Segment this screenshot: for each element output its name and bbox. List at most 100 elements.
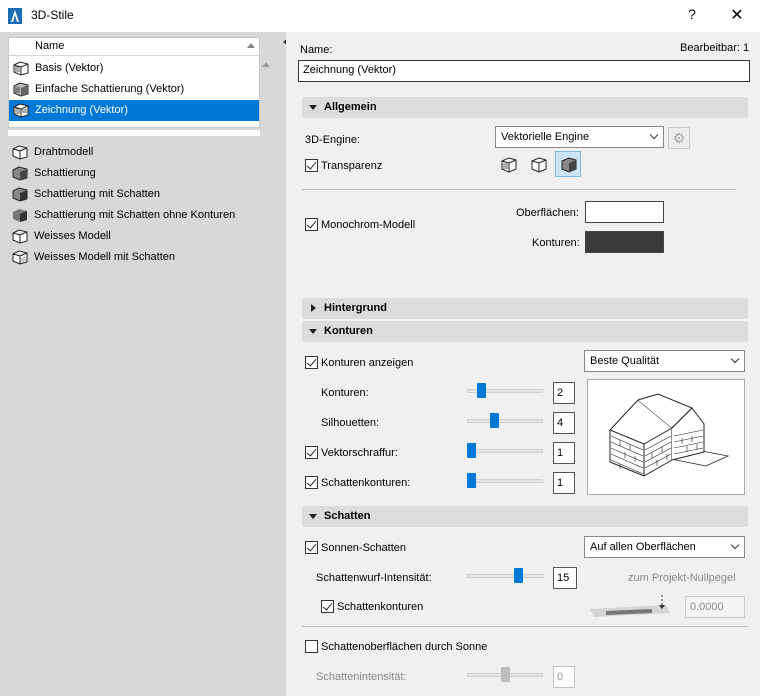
list-item[interactable]: Weisses Modell [8,226,268,247]
nullpegel-input[interactable]: 0.0000 [685,596,745,618]
list-header[interactable]: Name [9,38,259,56]
list-item-label: Schattierung mit Schatten ohne Konturen [34,209,236,221]
styles-list-panel: Name Basis (Vektor) Einfache Schattierun… [0,32,286,696]
show-contours-checkbox[interactable] [305,356,318,369]
gear-icon: ⚙ [672,130,686,146]
surfaces-color-swatch[interactable] [585,201,664,223]
list-item-label: Zeichnung (Vektor) [35,104,128,116]
vector-hatch-slider[interactable] [467,441,543,459]
section-title: Konturen [324,325,373,337]
list-item-label: Basis (Vektor) [35,62,104,74]
divider [302,626,748,627]
expand-triangle-icon[interactable] [309,105,317,110]
slider-thumb[interactable] [467,443,476,458]
sun-shadows-label: Sonnen-Schatten [321,542,407,554]
monochrome-label: Monochrom-Modell [321,219,416,231]
list-item[interactable]: Einfache Schattierung (Vektor) [9,79,259,100]
shadow-intensity-label: Schattenwurf-Intensität: [316,572,432,584]
shadow-contours-label: Schattenkonturen: [321,477,411,489]
shaded-mode-icon [561,157,577,173]
contours-color-label: Konturen: [532,237,580,249]
slider-track [467,574,543,578]
white-model-icon [12,229,28,244]
engine-settings-button[interactable]: ⚙ [668,127,690,149]
list-item[interactable]: Weisses Modell mit Schatten [8,247,268,268]
list-item[interactable]: Schattierung mit Schatten [8,184,268,205]
show-contours-label: Konturen anzeigen [321,357,414,369]
sun-surfaces-checkbox[interactable] [305,640,318,653]
shadow-contours-checkbox[interactable] [305,476,318,489]
scroll-up-icon[interactable] [262,62,270,67]
collapsed-triangle-icon[interactable] [311,304,316,312]
transparency-checkbox[interactable] [305,159,318,172]
list-item[interactable]: Basis (Vektor) [9,58,259,79]
list-item-label: Schattierung [34,167,96,179]
help-button[interactable]: ? [685,6,699,24]
mode-button-shaded[interactable] [555,151,581,177]
silhouettes-value-input[interactable]: 4 [553,412,575,434]
vector-cube-icon [13,61,29,76]
engine-select[interactable]: Vektorielle Engine [495,126,664,148]
contours-color-swatch[interactable] [585,231,664,253]
list-item[interactable]: Schattierung mit Schatten ohne Konturen [8,205,268,226]
shadow-contours-slider[interactable] [467,471,543,489]
wireframe-icon [12,145,28,160]
shadow-intensity-value-input[interactable]: 15 [553,567,577,589]
sort-up-icon[interactable] [247,43,255,48]
title-bar: 3D-Stile ? ✕ [0,0,760,32]
list-separator [8,130,260,136]
vector-hatch-value-input[interactable]: 1 [553,442,575,464]
shadow-contours-sub-checkbox[interactable] [321,600,334,613]
shadow-intensity-slider[interactable] [467,566,543,584]
section-title: Hintergrund [324,302,387,314]
expand-triangle-icon[interactable] [309,514,317,519]
silhouettes-slider[interactable] [467,411,543,429]
house-preview-image [609,393,730,477]
section-background[interactable]: Hintergrund [302,298,748,319]
editable-label: Bearbeitbar: 1 [680,42,750,54]
list-item[interactable]: Schattierung [8,163,268,184]
slider-track [467,449,543,453]
style-name-input[interactable]: Zeichnung (Vektor) [298,60,750,82]
contour-quality-select[interactable]: Beste Qualität [584,350,745,372]
expand-triangle-icon[interactable] [309,329,317,334]
shadow-contours-value-input[interactable]: 1 [553,472,575,494]
window-title: 3D-Stile [31,8,74,22]
shadow-surface-intensity-label: Schattenintensität: [316,671,407,683]
shadow-surface-intensity-value-input[interactable]: 0 [553,666,575,688]
name-label: Name: [300,44,333,56]
list-item-label: Weisses Modell mit Schatten [34,251,176,263]
shadow-surfaces-select[interactable]: Auf allen Oberflächen [584,536,745,558]
list-item-label: Drahtmodell [34,146,94,158]
list-item[interactable]: Drahtmodell [8,142,268,163]
silhouettes-label: Silhouetten: [321,417,380,429]
section-shadows[interactable]: Schatten [302,506,748,527]
shaded-vector-icon [13,82,29,97]
slider-thumb[interactable] [467,473,476,488]
section-contours[interactable]: Konturen [302,321,748,342]
surfaces-label: Oberflächen: [516,207,579,219]
shadow-surface-intensity-slider[interactable] [467,665,543,683]
contours-slider[interactable] [467,381,543,399]
mode-button-wireframe[interactable] [496,152,522,178]
vector-hatch-checkbox[interactable] [305,446,318,459]
shading-shadow-icon [12,187,28,202]
contours-value-input[interactable]: 2 [553,382,575,404]
contour-preview [587,379,745,495]
list-item-selected[interactable]: Zeichnung (Vektor) [9,100,259,121]
slider-thumb[interactable] [490,413,499,428]
monochrome-checkbox[interactable] [305,218,318,231]
list-item-label: Weisses Modell [34,230,111,242]
custom-styles-list: Name Basis (Vektor) Einfache Schattierun… [8,37,260,128]
engine-select-value: Vektorielle Engine [501,131,590,143]
name-column-header[interactable]: Name [35,40,64,52]
mode-button-hidden[interactable] [526,152,552,178]
sun-shadows-checkbox[interactable] [305,541,318,554]
slider-thumb[interactable] [501,667,510,682]
slider-thumb[interactable] [514,568,523,583]
close-button[interactable]: ✕ [728,5,746,24]
list-item-label: Einfache Schattierung (Vektor) [35,83,185,95]
nullpegel-label: zum Projekt-Nullpegel [628,572,736,584]
slider-thumb[interactable] [477,383,486,398]
section-general[interactable]: Allgemein [302,97,748,118]
